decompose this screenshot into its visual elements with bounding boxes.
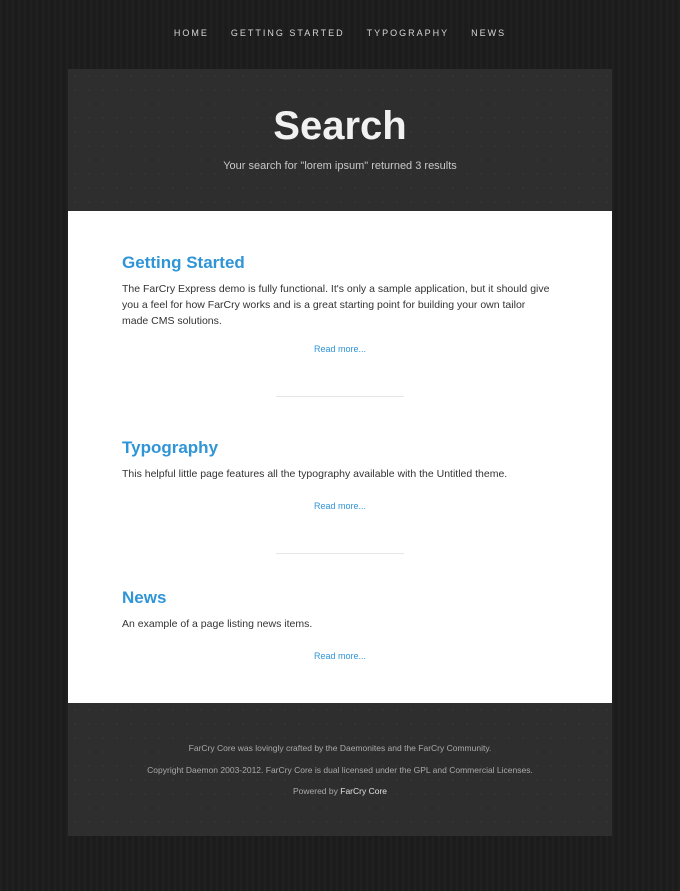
divider: [276, 396, 404, 397]
main-nav: HOME GETTING STARTED TYPOGRAPHY NEWS: [0, 28, 680, 42]
read-more-link[interactable]: Read more...: [68, 501, 612, 511]
nav-typography[interactable]: TYPOGRAPHY: [367, 28, 450, 42]
result-description: This helpful little page features all th…: [122, 468, 508, 480]
result-title[interactable]: Typography: [122, 438, 552, 458]
result-title[interactable]: Getting Started: [122, 253, 552, 273]
footer-copyright: Copyright Daemon 2003-2012. FarCry Core …: [147, 765, 533, 775]
powered-by-label: Powered by: [292, 786, 338, 796]
result-description: The FarCry Express demo is fully functio…: [122, 283, 550, 327]
page-footer: FarCry Core was lovingly crafted by the …: [68, 703, 612, 836]
nav-news[interactable]: NEWS: [471, 28, 506, 42]
footer-powered-by: Powered by FarCry Core: [68, 786, 612, 796]
result-title[interactable]: News: [122, 588, 552, 608]
result-description: An example of a page listing news items.: [122, 618, 313, 630]
read-more-link[interactable]: Read more...: [68, 651, 612, 661]
nav-getting-started[interactable]: GETTING STARTED: [231, 28, 345, 42]
search-summary: Your search for "lorem ipsum" returned 3…: [223, 160, 457, 172]
page-header: Search Your search for "lorem ipsum" ret…: [68, 69, 612, 211]
result-item: News An example of a page listing news i…: [122, 588, 552, 632]
result-item: Getting Started The FarCry Express demo …: [122, 253, 552, 329]
read-more-link[interactable]: Read more...: [68, 344, 612, 354]
result-item: Typography This helpful little page feat…: [122, 438, 552, 482]
farcry-core-link[interactable]: FarCry Core: [340, 786, 387, 796]
nav-home[interactable]: HOME: [174, 28, 209, 42]
search-results: Getting Started The FarCry Express demo …: [68, 211, 612, 703]
footer-credits: FarCry Core was lovingly crafted by the …: [188, 743, 492, 753]
divider: [276, 553, 404, 554]
page-title: Search: [273, 104, 407, 148]
